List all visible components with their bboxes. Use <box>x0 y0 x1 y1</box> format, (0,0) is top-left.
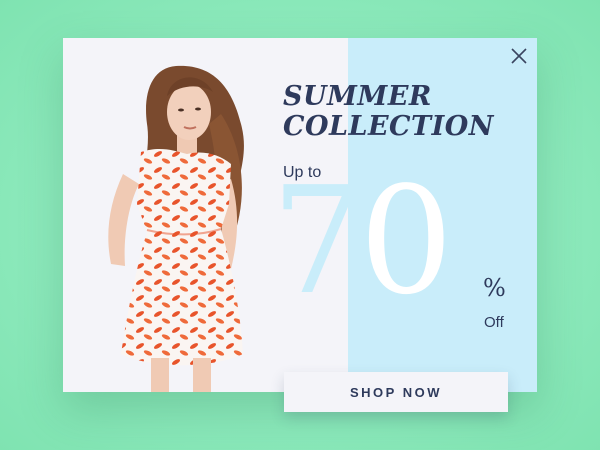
discount-value: 70 <box>271 155 453 327</box>
off-label: Off <box>484 314 504 331</box>
discount-digit-2: 0 <box>359 155 453 327</box>
percent-sign: % <box>483 274 506 302</box>
headline: SUMMER COLLECTION <box>283 82 494 142</box>
discount-digit-1: 7 <box>271 155 365 327</box>
model-photo <box>108 65 244 392</box>
headline-line-2: COLLECTION <box>283 111 494 142</box>
shop-now-button[interactable]: SHOP NOW <box>284 372 508 412</box>
close-icon[interactable] <box>509 46 529 66</box>
promo-popup: SUMMER COLLECTION Up to 70 % Off SHOP NO… <box>63 38 537 412</box>
headline-line-1: SUMMER <box>283 81 432 112</box>
